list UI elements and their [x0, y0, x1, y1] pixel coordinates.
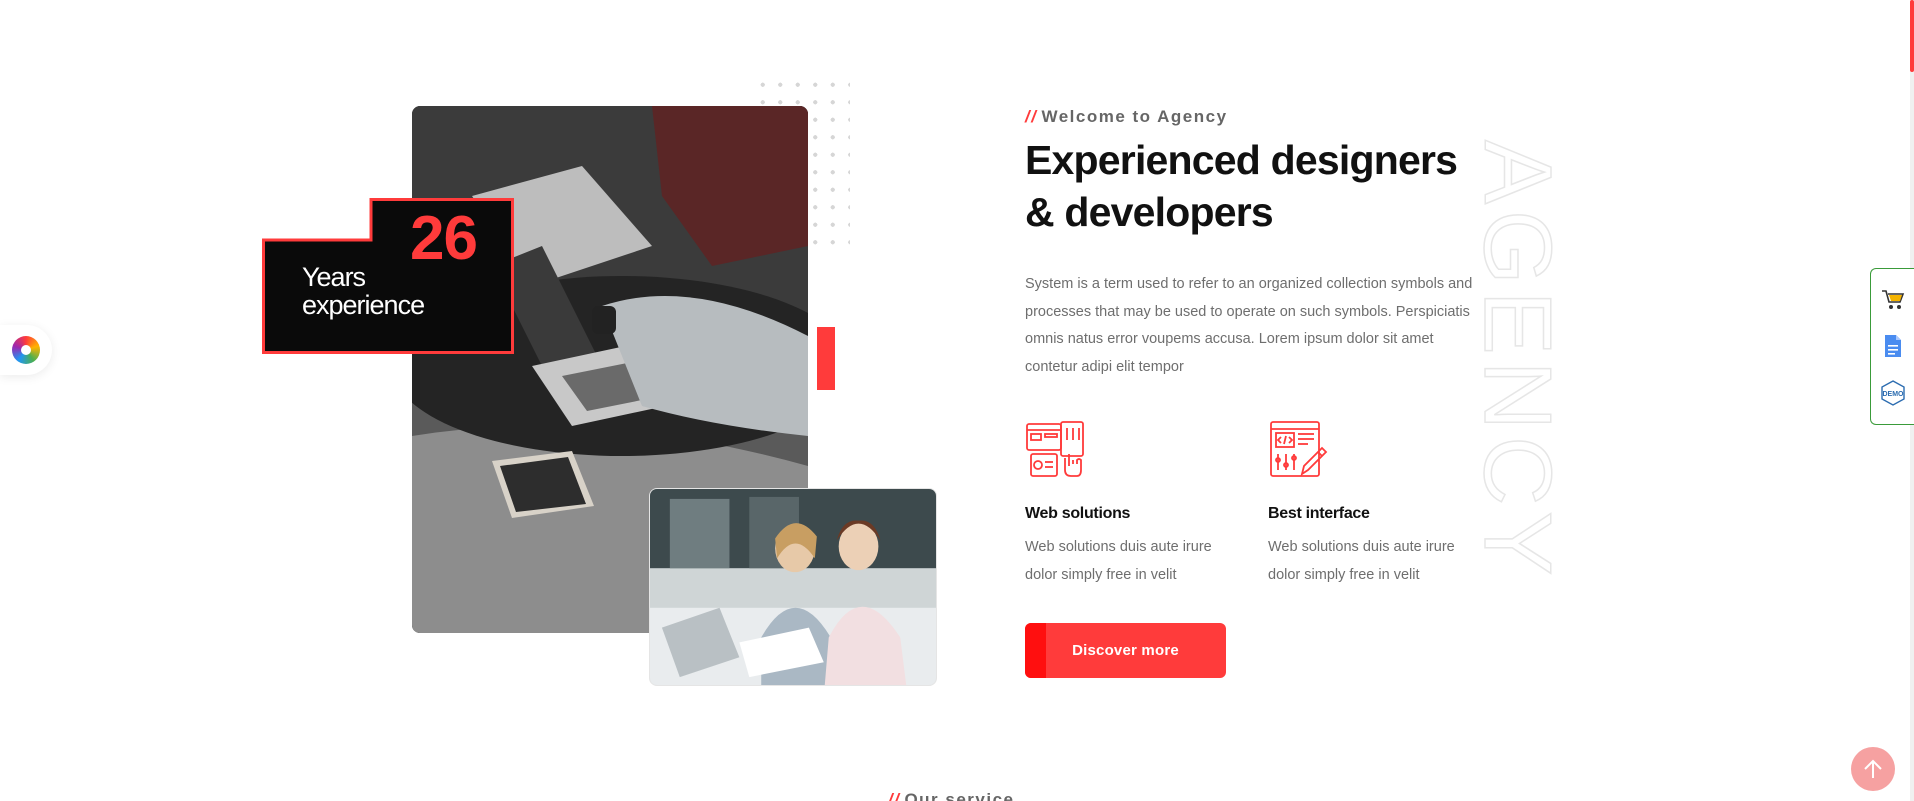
next-section-heading: //Our service — [888, 789, 1015, 801]
document-icon[interactable] — [1880, 333, 1906, 359]
experience-years-number: 26 — [410, 204, 478, 273]
button-accent-stripe — [1025, 623, 1046, 678]
red-accent-bar — [817, 327, 835, 390]
tagline-slashes: // — [1025, 107, 1038, 126]
feature-title: Web solutions — [1025, 505, 1131, 522]
tagline-text: Welcome to Agency — [1041, 107, 1228, 126]
scrollbar-thumb[interactable] — [1910, 0, 1914, 72]
next-section-label: Our service — [904, 790, 1015, 801]
section-heading: Experienced designers & developers — [1025, 137, 1458, 235]
color-wheel-icon — [12, 336, 40, 364]
side-tool-panel: DEMO — [1870, 268, 1914, 425]
feature-description: Web solutions duis aute irure dolor simp… — [1025, 539, 1212, 583]
demo-icon[interactable]: DEMO — [1880, 380, 1906, 406]
experience-label-line1: Years — [302, 262, 366, 292]
arrow-up-icon — [1864, 759, 1882, 778]
feature-description: Web solutions duis aute irure dolor simp… — [1268, 539, 1455, 583]
section-description: System is a term used to refer to an org… — [1025, 276, 1473, 375]
discover-more-label: Discover more — [1072, 642, 1179, 659]
web-design-icon — [1025, 420, 1085, 480]
discover-more-button[interactable]: Discover more — [1025, 623, 1226, 678]
feature-web-solutions: Web solutions Web solutions duis aute ir… — [1025, 420, 1245, 589]
feature-best-interface: Best interface Web solutions duis aute i… — [1268, 420, 1488, 589]
watermark-text: AGENCY — [1464, 140, 1571, 581]
scroll-to-top-button[interactable] — [1851, 747, 1895, 791]
experience-badge: 26 Years experience — [262, 198, 514, 354]
next-section-slashes: // — [888, 790, 901, 801]
color-switcher-button[interactable] — [0, 325, 52, 375]
experience-label-line2: experience — [302, 290, 425, 320]
cart-icon[interactable] — [1880, 287, 1906, 313]
office-women-photo — [649, 488, 937, 686]
agency-vertical-watermark: AGENCY — [1463, 139, 1620, 582]
code-interface-icon — [1268, 420, 1328, 480]
svg-text:DEMO: DEMO — [1882, 391, 1904, 398]
section-tagline: //Welcome to Agency — [1025, 106, 1228, 128]
feature-title: Best interface — [1268, 505, 1370, 522]
